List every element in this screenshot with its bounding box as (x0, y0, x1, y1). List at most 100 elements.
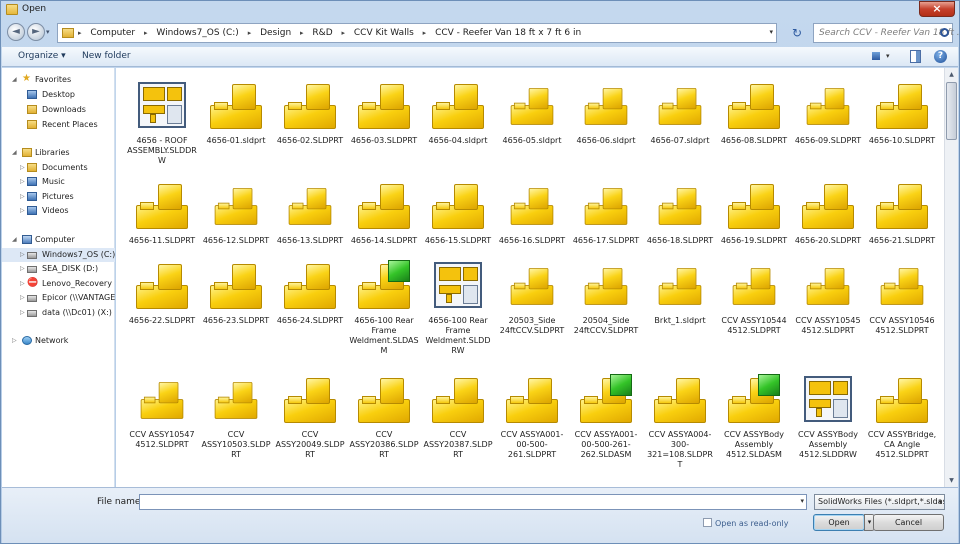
nav-computer[interactable]: ◢ Computer (2, 233, 115, 247)
file-thumbnail[interactable] (348, 368, 420, 430)
file-thumbnail[interactable] (422, 368, 494, 430)
file-item[interactable]: CCV ASSYBody Assembly 4512.SLDASM (718, 368, 790, 460)
file-item-partial[interactable] (348, 480, 420, 487)
file-thumbnail[interactable] (200, 254, 272, 316)
file-item[interactable]: 4656-01.sldprt (200, 74, 272, 146)
file-item[interactable]: CCV ASSY10503.SLDPRT (200, 368, 272, 460)
file-item[interactable]: 4656-10.SLDPRT (866, 74, 938, 146)
breadcrumb-separator[interactable]: ▸ (342, 29, 346, 37)
nav-network[interactable]: ▷ Network (2, 334, 115, 348)
file-thumbnail[interactable] (126, 368, 198, 430)
file-thumbnail[interactable] (274, 74, 346, 136)
breadcrumb-design[interactable]: Design (260, 28, 291, 38)
file-thumbnail[interactable] (866, 74, 938, 136)
file-item-partial[interactable] (792, 480, 864, 487)
file-thumbnail[interactable] (792, 74, 864, 136)
new-folder-button[interactable]: New folder (82, 51, 131, 61)
view-dropdown[interactable]: ▾ (886, 52, 902, 65)
refresh-button[interactable]: ↻ (783, 25, 811, 43)
file-thumbnail[interactable] (496, 480, 568, 487)
file-item[interactable]: 4656-14.SLDPRT (348, 174, 420, 246)
expand-icon[interactable]: ▷ (20, 207, 25, 214)
file-item[interactable]: 4656-09.SLDPRT (792, 74, 864, 146)
file-thumbnail[interactable] (126, 174, 198, 236)
file-thumbnail[interactable] (496, 254, 568, 316)
file-item-partial[interactable] (644, 480, 716, 487)
file-thumbnail[interactable] (496, 174, 568, 236)
file-thumbnail[interactable] (274, 174, 346, 236)
file-item[interactable]: 20503_Side 24ftCCV.SLDPRT (496, 254, 568, 336)
collapse-icon[interactable]: ◢ (12, 236, 17, 243)
breadcrumb-separator[interactable]: ▸ (78, 29, 82, 37)
title-bar[interactable]: Open × (1, 1, 959, 19)
file-thumbnail[interactable] (718, 368, 790, 430)
breadcrumb-separator[interactable]: ▸ (144, 29, 148, 37)
file-item[interactable]: 4656-17.SLDPRT (570, 174, 642, 246)
file-thumbnail[interactable] (866, 368, 938, 430)
nav-drive-epicor[interactable]: ▷ Epicor (\\VANTAGE) (2, 291, 115, 305)
address-bar[interactable]: ▸ Computer ▸ Windows7_OS (C:) ▸ Design ▸… (57, 23, 777, 43)
file-item[interactable]: CCV ASSY20386.SLDPRT (348, 368, 420, 460)
close-button[interactable]: × (919, 1, 955, 17)
file-item[interactable]: CCV ASSYBody Assembly 4512.SLDDRW (792, 368, 864, 460)
file-item-partial[interactable] (274, 480, 346, 487)
file-thumbnail[interactable] (422, 74, 494, 136)
nav-drive-c[interactable]: ▷ Windows7_OS (C:) (2, 248, 115, 262)
file-thumbnail[interactable] (570, 74, 642, 136)
nav-libraries[interactable]: ◢ Libraries (2, 146, 115, 160)
address-dropdown[interactable]: ▾ (769, 28, 773, 36)
file-thumbnail[interactable] (348, 480, 420, 487)
file-item[interactable]: 4656-100 Rear Frame Weldment.SLDASM (348, 254, 420, 356)
file-thumbnail[interactable] (866, 480, 938, 487)
breadcrumb-separator[interactable]: ▸ (300, 29, 304, 37)
file-item[interactable]: CCV ASSYA004-300-321=108.SLDPRT (644, 368, 716, 470)
file-thumbnail[interactable] (644, 74, 716, 136)
nav-downloads[interactable]: Downloads (2, 103, 115, 117)
file-name-dropdown[interactable]: ▾ (800, 497, 804, 505)
file-thumbnail[interactable] (718, 74, 790, 136)
breadcrumb-current-folder[interactable]: CCV - Reefer Van 18 ft x 7 ft 6 in (435, 28, 581, 38)
file-thumbnail[interactable] (792, 174, 864, 236)
file-thumbnail[interactable] (644, 480, 716, 487)
nav-drive-x[interactable]: ▷ data (\\Dc01) (X:) (2, 306, 115, 320)
collapse-icon[interactable]: ◢ (12, 149, 17, 156)
file-item[interactable]: CCV ASSY10546 4512.SLDPRT (866, 254, 938, 336)
expand-icon[interactable]: ▷ (12, 337, 17, 344)
file-thumbnail[interactable] (496, 74, 568, 136)
file-item-partial[interactable] (570, 480, 642, 487)
expand-icon[interactable]: ▷ (20, 280, 25, 287)
file-item[interactable]: 4656-24.SLDPRT (274, 254, 346, 326)
file-thumbnail[interactable] (570, 368, 642, 430)
file-item[interactable]: CCV ASSYBridge, CA Angle 4512.SLDPRT (866, 368, 938, 460)
file-item[interactable]: CCV ASSY10545 4512.SLDPRT (792, 254, 864, 336)
file-thumbnail[interactable] (126, 74, 198, 136)
file-item[interactable]: 4656-23.SLDPRT (200, 254, 272, 326)
file-item[interactable]: 4656-06.sldprt (570, 74, 642, 146)
back-button[interactable]: ◄ (7, 23, 25, 41)
file-item[interactable]: 4656-02.SLDPRT (274, 74, 346, 146)
file-thumbnail[interactable] (644, 174, 716, 236)
read-only-option[interactable]: Open as read-only (703, 518, 789, 528)
expand-icon[interactable]: ▷ (20, 193, 25, 200)
file-thumbnail[interactable] (570, 174, 642, 236)
expand-icon[interactable]: ▷ (20, 265, 25, 272)
file-thumbnail[interactable] (274, 480, 346, 487)
file-item[interactable]: CCV ASSY20387.SLDPRT (422, 368, 494, 460)
file-item[interactable]: 4656-03.SLDPRT (348, 74, 420, 146)
nav-drive-d[interactable]: ▷ SEA_DISK (D:) (2, 262, 115, 276)
forward-button[interactable]: ► (27, 23, 45, 41)
file-thumbnail[interactable] (348, 74, 420, 136)
file-item-partial[interactable] (718, 480, 790, 487)
file-item-partial[interactable] (866, 480, 938, 487)
expand-icon[interactable]: ▷ (20, 164, 25, 171)
file-thumbnail[interactable] (866, 174, 938, 236)
open-button[interactable]: Open (813, 514, 865, 531)
file-thumbnail[interactable] (348, 254, 420, 316)
help-icon[interactable]: ? (934, 50, 947, 63)
breadcrumb-separator[interactable]: ▸ (423, 29, 427, 37)
file-name-combo[interactable]: ▾ (139, 494, 807, 510)
file-thumbnail[interactable] (422, 480, 494, 487)
file-thumbnail[interactable] (570, 254, 642, 316)
file-item[interactable]: 4656-21.SLDPRT (866, 174, 938, 246)
file-item[interactable]: 4656-18.SLDPRT (644, 174, 716, 246)
